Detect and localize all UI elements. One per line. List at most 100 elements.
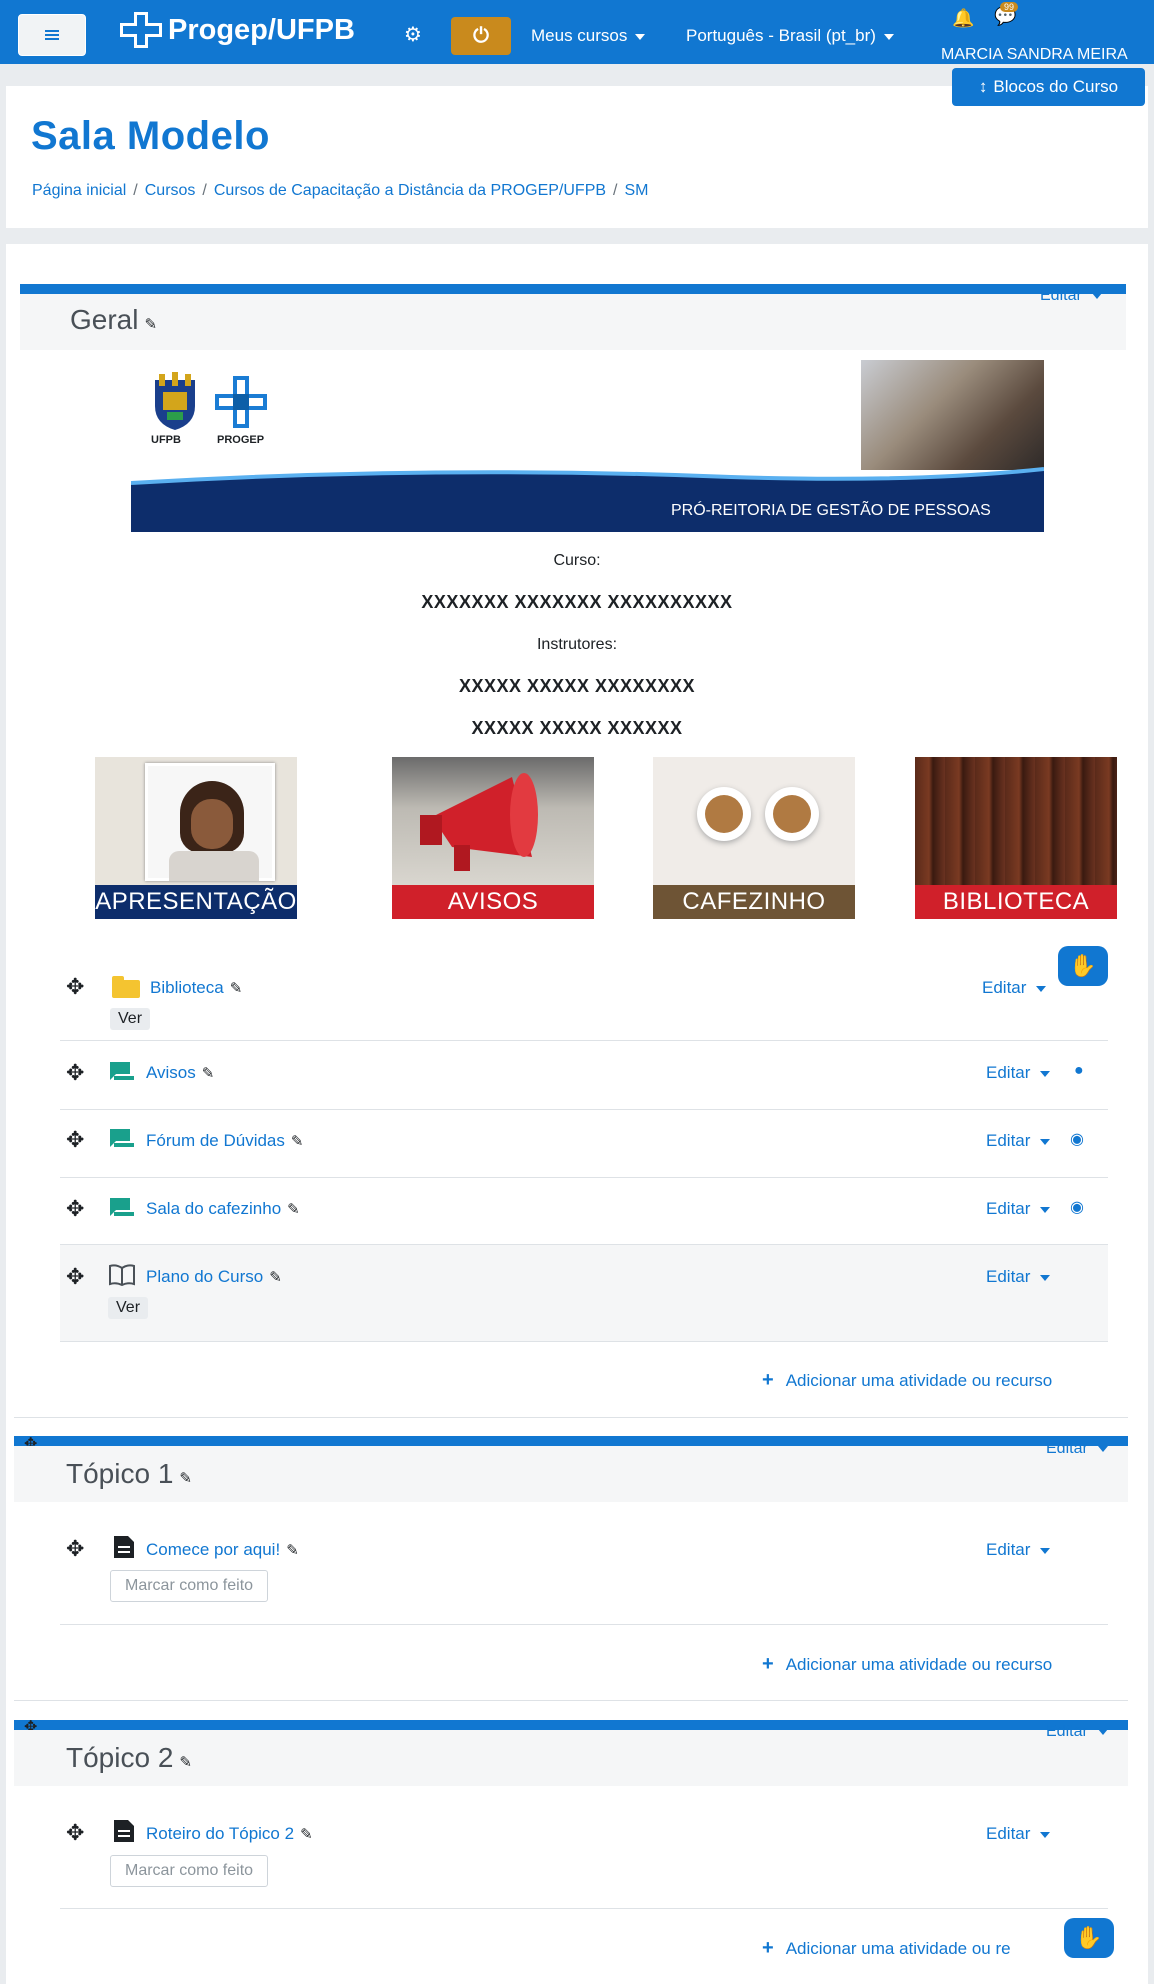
vlibras-hands-icon[interactable]: ✋ [1064, 1918, 1114, 1958]
pencil-icon[interactable]: ✎ [287, 1200, 300, 1218]
add-activity-geral-link[interactable]: + Adicionar uma atividade ou recurso [762, 1369, 1052, 1392]
brand-text: Progep/UFPB [168, 13, 355, 46]
user-menu[interactable]: MARCIA SANDRA MEIRA [941, 46, 1154, 64]
forum-icon [110, 1198, 134, 1216]
pencil-icon[interactable]: ✎ [300, 1825, 313, 1843]
tile-biblioteca-label: BIBLIOTECA [915, 885, 1117, 919]
page-title: Sala Modelo [31, 114, 270, 158]
section-geral-header [20, 294, 1126, 350]
chevron-down-icon [1040, 1138, 1051, 1145]
activity-sala-cafezinho-link[interactable]: Sala do cafezinho ✎ [146, 1199, 300, 1219]
activity-biblioteca-link[interactable]: Biblioteca ✎ [150, 978, 242, 998]
move-icon[interactable]: ✥ [66, 1264, 84, 1290]
plus-icon: + [762, 1937, 774, 1959]
bell-icon[interactable]: 🔔 [952, 8, 974, 29]
plus-icon: + [762, 1369, 774, 1391]
chevron-down-icon [1040, 1206, 1051, 1213]
menu-toggle-button[interactable] [18, 14, 86, 56]
section-topic2-edit[interactable]: Editar [1046, 1723, 1108, 1741]
tile-avisos[interactable]: AVISOS [392, 757, 594, 919]
mark-done-button[interactable]: Marcar como feito [110, 1855, 269, 1887]
banner-caption: PRÓ-REITORIA DE GESTÃO DE PESSOAS [671, 502, 991, 519]
chevron-down-icon [1036, 985, 1047, 992]
progep-logo-icon [120, 12, 162, 48]
pencil-icon[interactable]: ✎ [291, 1132, 304, 1150]
tile-apresentacao[interactable]: APRESENTAÇÃO [95, 757, 297, 919]
pencil-icon[interactable]: ✎ [202, 1064, 215, 1082]
chevron-down-icon [1040, 1070, 1051, 1077]
my-courses-dropdown[interactable]: Meus cursos [531, 26, 646, 46]
ufpb-label: UFPB [151, 434, 181, 446]
site-brand-link[interactable]: Progep/UFPB [120, 12, 355, 48]
tile-cafezinho[interactable]: CAFEZINHO [653, 757, 855, 919]
chevron-down-icon [1040, 1547, 1051, 1554]
move-icon[interactable]: ✥ [66, 1536, 84, 1562]
move-icon[interactable]: ✥ [66, 1196, 84, 1222]
ufpb-crest-icon [155, 372, 195, 430]
activity-plano-curso-link[interactable]: Plano do Curso ✎ [146, 1267, 282, 1287]
section-topic2-bar [14, 1720, 1128, 1730]
progep-cross-icon [215, 376, 267, 428]
divider [60, 1908, 1108, 1909]
divider [14, 1417, 1128, 1418]
top-navbar: Progep/UFPB ⚙ ⏻ Meus cursos Português - … [0, 0, 1154, 64]
group-icon: ◉ [1070, 1131, 1084, 1148]
activity-biblioteca-edit[interactable]: Editar [982, 978, 1047, 998]
divider [60, 1040, 1108, 1041]
activity-forum-duvidas-edit[interactable]: Editar [986, 1131, 1051, 1151]
page-icon [114, 1820, 134, 1842]
move-icon[interactable]: ✥ [66, 1060, 84, 1086]
activity-plano-curso-edit[interactable]: Editar [986, 1267, 1051, 1287]
mark-done-button[interactable]: Marcar como feito [110, 1570, 269, 1602]
activity-avisos-edit[interactable]: Editar [986, 1063, 1051, 1083]
pencil-icon[interactable]: ✎ [286, 1541, 299, 1559]
section-topic1-title[interactable]: Tópico 1 ✎ [66, 1458, 192, 1490]
activity-forum-duvidas-link[interactable]: Fórum de Dúvidas ✎ [146, 1131, 303, 1151]
course-blocks-button[interactable]: ↕ Blocos do Curso [952, 68, 1145, 106]
tile-biblioteca[interactable]: BIBLIOTECA [915, 757, 1117, 919]
activity-comece-edit[interactable]: Editar [986, 1540, 1051, 1560]
section-topic2-title[interactable]: Tópico 2 ✎ [66, 1742, 192, 1774]
pencil-icon[interactable]: ✎ [144, 315, 157, 333]
activity-comece-link[interactable]: Comece por aqui! ✎ [146, 1540, 299, 1560]
tile-apresentacao-label: APRESENTAÇÃO [95, 885, 297, 919]
page-header: Sala Modelo Página inicial / Cursos / Cursos… [6, 86, 1148, 228]
activity-avisos-link[interactable]: Avisos ✎ [146, 1063, 214, 1083]
gears-icon[interactable]: ⚙ [404, 22, 422, 47]
pencil-icon[interactable]: ✎ [179, 1469, 192, 1487]
instructors-label: Instrutores: [536, 636, 618, 653]
activity-roteiro-edit[interactable]: Editar [986, 1824, 1051, 1844]
language-dropdown[interactable]: Português - Brasil (pt_br) [686, 26, 894, 46]
hamburger-icon [45, 34, 59, 36]
section-geral-edit[interactable]: Editar [1040, 287, 1102, 305]
megaphone-icon [392, 757, 594, 885]
section-geral-title[interactable]: Geral ✎ [70, 304, 157, 336]
breadcrumb-course[interactable]: SM [625, 182, 649, 199]
activity-sala-cafezinho-edit[interactable]: Editar [986, 1199, 1051, 1219]
breadcrumb-home[interactable]: Página inicial [32, 182, 126, 199]
pencil-icon[interactable]: ✎ [230, 979, 243, 997]
vlibras-hands-icon[interactable]: ✋ [1058, 946, 1108, 986]
breadcrumb-category[interactable]: Cursos de Capacitação a Distância da PRO… [214, 182, 606, 199]
chevron-down-icon [635, 33, 646, 40]
divider [60, 1109, 1108, 1110]
move-icon[interactable]: ✥ [66, 1820, 84, 1846]
move-icon[interactable]: ✥ [66, 1127, 84, 1153]
add-activity-topic2-link[interactable]: + Adicionar uma atividade ou re [762, 1937, 1011, 1960]
page-icon [114, 1536, 134, 1558]
pencil-icon[interactable]: ✎ [179, 1753, 192, 1771]
language-label: Português - Brasil (pt_br) [686, 26, 876, 45]
move-icon[interactable]: ✥ [66, 974, 84, 1000]
activity-biblioteca-badge: Ver [110, 1008, 151, 1030]
folder-icon [112, 976, 140, 998]
power-icon[interactable]: ⏻ [451, 17, 511, 55]
section-topic1-edit[interactable]: Editar [1046, 1440, 1108, 1458]
activity-roteiro-link[interactable]: Roteiro do Tópico 2 ✎ [146, 1824, 313, 1844]
breadcrumb-courses[interactable]: Cursos [145, 182, 196, 199]
divider [60, 1177, 1108, 1178]
course-label: Curso: [553, 552, 601, 569]
add-activity-topic1-link[interactable]: + Adicionar uma atividade ou recurso [762, 1653, 1052, 1676]
pencil-icon[interactable]: ✎ [269, 1268, 282, 1286]
message-count-badge: 99 [1000, 2, 1019, 12]
hands-photo [861, 360, 1044, 470]
